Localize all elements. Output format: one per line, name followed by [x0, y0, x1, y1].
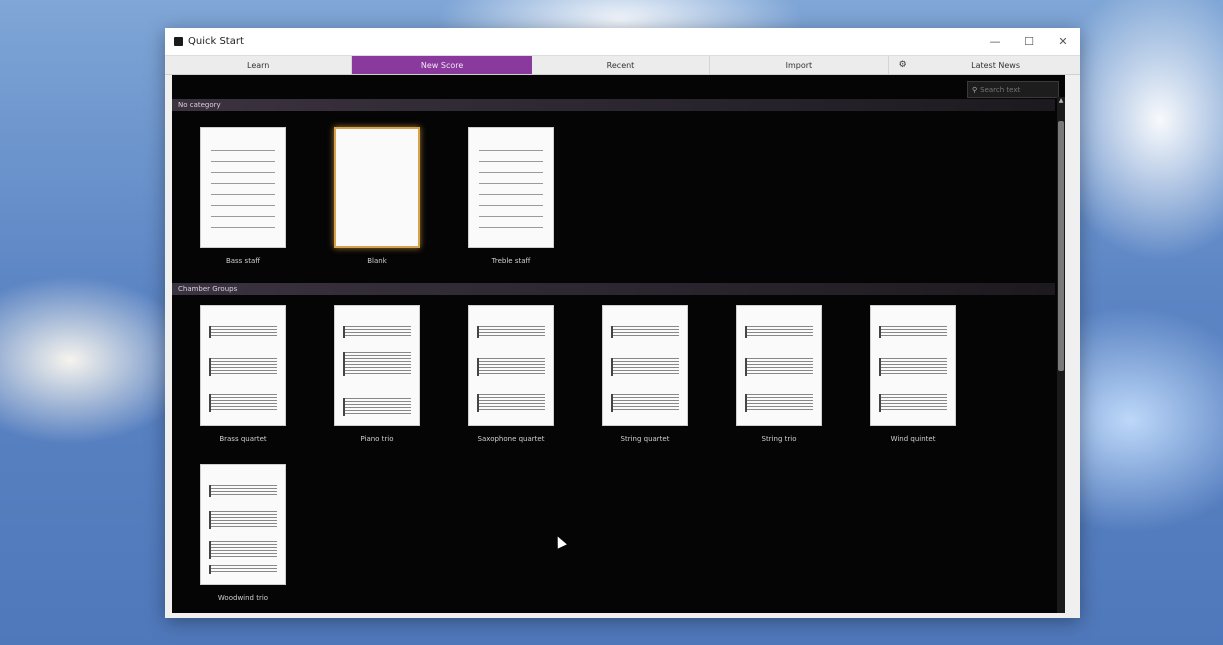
maximize-icon: ☐	[1024, 35, 1034, 48]
tab-recent[interactable]: Recent	[532, 56, 711, 74]
template-thumbnail	[334, 127, 420, 248]
window-title: Quick Start	[188, 36, 244, 47]
mouse-cursor-icon	[553, 534, 567, 549]
tab-label: Learn	[247, 60, 270, 70]
window-controls: — ☐ ✕	[978, 28, 1080, 55]
template-thumbnail	[870, 305, 956, 426]
template-label: Wind quintet	[890, 435, 936, 443]
template-card[interactable]: Saxophone quartet	[468, 305, 554, 443]
template-card[interactable]: Woodwind trio	[200, 464, 286, 602]
template-thumbnail	[468, 127, 554, 248]
close-button[interactable]: ✕	[1046, 28, 1080, 55]
title-bar: Quick Start — ☐ ✕	[165, 28, 1080, 55]
template-card[interactable]: Blank	[334, 127, 420, 265]
vertical-scrollbar[interactable]: ▲	[1057, 97, 1065, 613]
template-label: String trio	[761, 435, 797, 443]
template-card[interactable]: String quartet	[602, 305, 688, 443]
scroll-thumb[interactable]	[1058, 121, 1064, 371]
template-label: Bass staff	[225, 257, 261, 265]
app-icon	[174, 37, 183, 46]
template-label: Treble staff	[491, 257, 531, 265]
quick-start-window: Quick Start — ☐ ✕ Learn New Score Recent…	[165, 28, 1080, 618]
search-input[interactable]	[980, 85, 1051, 94]
template-card[interactable]: Treble staff	[468, 127, 554, 265]
template-gallery: ⚲ No category Bass staff Blank	[172, 75, 1065, 613]
maximize-button[interactable]: ☐	[1012, 28, 1046, 55]
tab-label: Import	[785, 60, 813, 70]
template-thumbnail	[602, 305, 688, 426]
tab-latest-news[interactable]: ⚙ Latest News	[889, 56, 1080, 74]
template-label: Piano trio	[360, 435, 394, 443]
template-label: Woodwind trio	[217, 594, 269, 602]
section-header: Chamber Groups	[172, 283, 1055, 295]
template-card[interactable]: String trio	[736, 305, 822, 443]
section-header: No category	[172, 99, 1055, 111]
template-thumbnail	[736, 305, 822, 426]
template-thumbnail	[468, 305, 554, 426]
tab-learn[interactable]: Learn	[165, 56, 353, 74]
template-label: String quartet	[620, 435, 670, 443]
template-card[interactable]: Wind quintet	[870, 305, 956, 443]
template-thumbnail	[200, 464, 286, 585]
scroll-up-icon[interactable]: ▲	[1057, 97, 1065, 105]
tab-bar: Learn New Score Recent Import ⚙ Latest N…	[165, 55, 1080, 75]
template-thumbnail	[334, 305, 420, 426]
template-label: Saxophone quartet	[477, 435, 545, 443]
template-thumbnail	[200, 305, 286, 426]
minimize-icon: —	[989, 35, 1001, 48]
template-label: Brass quartet	[219, 435, 267, 443]
template-card[interactable]: Brass quartet	[200, 305, 286, 443]
search-icon: ⚲	[972, 85, 978, 94]
tab-label: Latest News	[971, 60, 1021, 70]
tab-new-score[interactable]: New Score	[352, 56, 532, 74]
template-label: Blank	[367, 257, 387, 265]
template-card[interactable]: Bass staff	[200, 127, 286, 265]
template-card[interactable]: Piano trio	[334, 305, 420, 443]
template-thumbnail	[200, 127, 286, 248]
tab-label: Recent	[606, 60, 635, 70]
gear-icon[interactable]: ⚙	[899, 60, 907, 70]
tab-label: New Score	[420, 60, 464, 70]
close-icon: ✕	[1058, 35, 1068, 48]
tab-import[interactable]: Import	[710, 56, 889, 74]
search-box[interactable]: ⚲	[967, 81, 1059, 98]
minimize-button[interactable]: —	[978, 28, 1012, 55]
